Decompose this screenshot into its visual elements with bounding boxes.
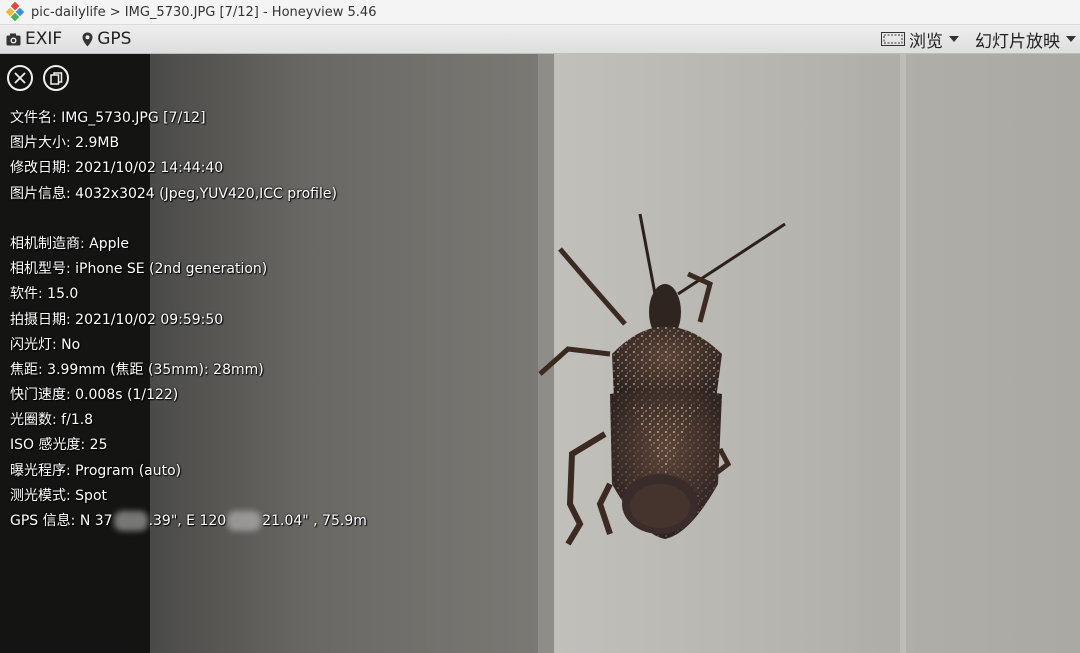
info-shutter-speed: 快门速度0.008s (1/122) — [10, 383, 367, 408]
toolbar: EXIF GPS 浏览 幻灯片放映 — [0, 25, 1080, 54]
slideshow-label: 幻灯片放映 — [975, 31, 1060, 52]
slideshow-dropdown[interactable]: 幻灯片放映 — [975, 27, 1076, 52]
honeyview-logo-icon — [5, 2, 25, 22]
info-filename: 文件名IMG_5730.JPG [7/12] — [10, 106, 367, 131]
chevron-down-icon — [1066, 36, 1076, 42]
filmstrip-icon — [881, 32, 905, 46]
info-software: 软件15.0 — [10, 282, 367, 307]
info-flash: 闪光灯No — [10, 333, 367, 358]
info-camera-make: 相机制造商Apple — [10, 232, 367, 257]
redacted-blur — [227, 511, 262, 531]
copy-icon — [49, 71, 62, 85]
browse-dropdown[interactable]: 浏览 — [881, 27, 959, 52]
exif-button[interactable]: EXIF — [6, 29, 62, 49]
image-viewer[interactable]: 文件名IMG_5730.JPG [7/12] 图片大小2.9MB 修改日期202… — [0, 54, 1080, 653]
info-camera-model: 相机型号iPhone SE (2nd generation) — [10, 257, 367, 282]
info-aperture: 光圈数f/1.8 — [10, 408, 367, 433]
exif-info-panel: 文件名IMG_5730.JPG [7/12] 图片大小2.9MB 修改日期202… — [0, 54, 367, 653]
browse-label: 浏览 — [909, 31, 943, 52]
exif-label: EXIF — [25, 29, 63, 49]
gps-label: GPS — [97, 29, 132, 49]
info-capture-date: 拍摄日期2021/10/02 09:59:50 — [10, 308, 367, 333]
info-filesize: 图片大小2.9MB — [10, 131, 367, 156]
info-image-details: 图片信息4032x3024 (Jpeg,YUV420,ICC profile) — [10, 182, 367, 207]
close-panel-button[interactable] — [7, 65, 33, 91]
camera-icon — [6, 33, 21, 45]
title-bar: pic-dailylife > IMG_5730.JPG [7/12] - Ho… — [0, 0, 1080, 25]
info-focal-length: 焦距3.99mm (焦距 (35mm): 28mm) — [10, 358, 367, 383]
copy-info-button[interactable] — [43, 65, 69, 91]
window-title: pic-dailylife > IMG_5730.JPG [7/12] - Ho… — [31, 4, 377, 20]
redacted-blur — [113, 511, 148, 531]
close-icon — [14, 72, 26, 84]
info-modified-date: 修改日期2021/10/02 14:44:40 — [10, 156, 367, 181]
info-exposure-program: 曝光程序Program (auto) — [10, 459, 367, 484]
info-iso: ISO 感光度25 — [10, 433, 367, 458]
gps-button[interactable]: GPS — [82, 29, 131, 49]
info-gps: GPS 信息N 37.39", E 12021.04" , 75.9m — [10, 509, 367, 534]
exif-info-list: 文件名IMG_5730.JPG [7/12] 图片大小2.9MB 修改日期202… — [10, 106, 367, 534]
location-pin-icon — [82, 32, 93, 46]
info-metering-mode: 测光模式Spot — [10, 484, 367, 509]
chevron-down-icon — [949, 36, 959, 42]
